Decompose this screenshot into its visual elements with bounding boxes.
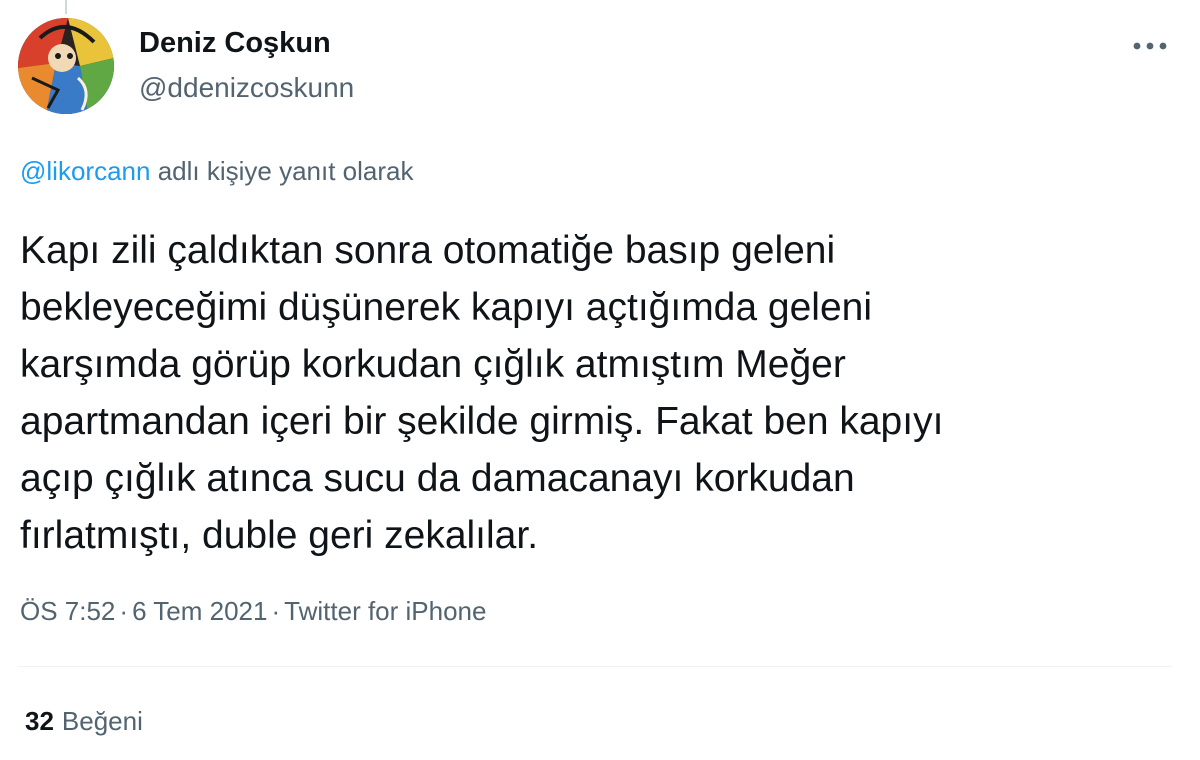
reply-context: @likorcann adlı kişiye yanıt olarak	[20, 156, 413, 187]
tweet-time-link[interactable]: ÖS 7:52 · 6 Tem 2021	[20, 596, 267, 626]
reply-context-label: adlı kişiye yanıt olarak	[157, 156, 414, 186]
tweet-time: ÖS 7:52	[20, 596, 116, 626]
reply-mention-link[interactable]: @likorcann	[20, 156, 150, 186]
tweet-text-line: karşımda görüp korkudan çığlık atmıştım …	[20, 343, 846, 386]
tweet-text-line: açıp çığlık atınca sucu da damacanayı ko…	[20, 457, 855, 500]
meta-separator: ·	[119, 596, 129, 626]
tweet-text-line: apartmandan içeri bir şekilde girmiş. Fa…	[20, 400, 944, 443]
thread-line	[65, 0, 67, 14]
likes-count: 32	[25, 706, 54, 736]
tweet-text-line: Kapı zili çaldıktan sonra otomatiğe bası…	[20, 229, 836, 272]
avatar-image	[18, 18, 114, 114]
author-name[interactable]: Deniz Coşkun	[139, 27, 331, 60]
more-options-button[interactable]	[1124, 24, 1176, 68]
likes-label: Beğeni	[61, 706, 143, 736]
tweet: Deniz Coşkun @ddenizcoskunn @likorcann a…	[0, 0, 1200, 760]
author-handle[interactable]: @ddenizcoskunn	[139, 72, 354, 104]
tweet-text-line: bekleyeceğimi düşünerek kapıyı açtığımda…	[20, 286, 872, 329]
tweet-meta: ÖS 7:52 · 6 Tem 2021 · Twitter for iPhone	[20, 596, 486, 627]
avatar[interactable]	[18, 18, 114, 114]
tweet-date: 6 Tem 2021	[132, 596, 268, 626]
likes-link[interactable]: 32 Beğeni	[25, 706, 143, 737]
tweet-text-line: fırlatmıştı, duble geri zekalılar.	[20, 514, 539, 557]
tweet-text: Kapı zili çaldıktan sonra otomatiğe bası…	[20, 222, 1170, 564]
more-horizontal-icon	[1133, 42, 1167, 50]
tweet-source-link[interactable]: Twitter for iPhone	[284, 596, 486, 626]
divider	[18, 666, 1172, 667]
meta-separator: ·	[271, 596, 281, 626]
